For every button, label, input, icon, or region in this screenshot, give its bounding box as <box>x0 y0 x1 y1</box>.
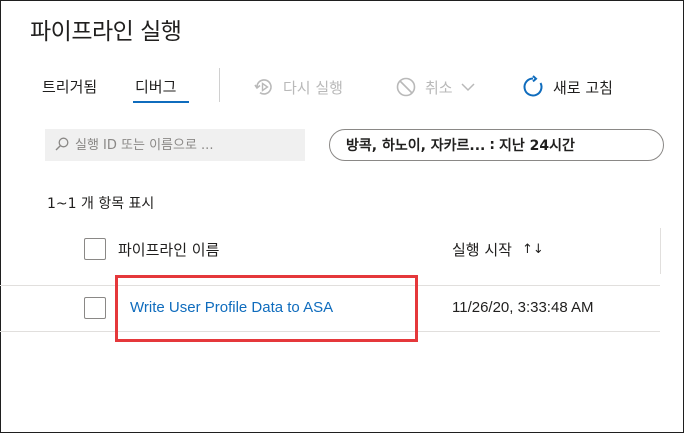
pipeline-name-link[interactable]: Write User Profile Data to ASA <box>130 299 333 316</box>
column-header-pipeline-name: 파이프라인 이름 <box>118 241 220 259</box>
filter-separator: : <box>489 137 495 153</box>
refresh-icon <box>521 75 545 99</box>
sort-icon[interactable]: ↑↓ <box>522 242 544 257</box>
filter-timezone: 방콕, 하노이, 자카르... <box>346 138 486 154</box>
column-divider[interactable] <box>660 228 661 274</box>
cancel-label: 취소 <box>425 78 453 97</box>
cancel-button[interactable]: 취소 <box>395 72 475 102</box>
search-icon <box>55 136 69 155</box>
rerun-label: 다시 실행 <box>283 78 343 97</box>
row-checkbox[interactable] <box>84 297 106 319</box>
refresh-label: 새로 고침 <box>553 78 613 97</box>
tab-triggered[interactable]: 트리거됨 <box>42 76 97 97</box>
row-divider <box>0 285 660 286</box>
window-frame <box>0 0 684 433</box>
chevron-down-icon[interactable] <box>461 82 475 92</box>
rerun-button[interactable]: 다시 실행 <box>253 72 343 102</box>
page-title: 파이프라인 실행 <box>30 19 182 45</box>
toolbar-divider <box>219 68 220 102</box>
result-count: 1~1 개 항목 표시 <box>47 196 155 212</box>
rerun-icon <box>253 76 275 98</box>
tab-debug[interactable]: 디버그 <box>135 76 176 97</box>
select-all-checkbox[interactable] <box>84 238 106 260</box>
refresh-button[interactable]: 새로 고침 <box>521 72 613 102</box>
time-range-filter[interactable]: 방콕, 하노이, 자카르... : 지난 24시간 <box>329 129 664 161</box>
run-start-header-label: 실행 시작 <box>452 241 512 259</box>
row-divider <box>0 331 660 332</box>
search-input[interactable] <box>75 137 295 153</box>
search-box[interactable] <box>45 129 305 161</box>
column-header-run-start[interactable]: 실행 시작 ↑↓ <box>452 239 544 260</box>
tab-selected-indicator <box>133 101 189 103</box>
cancel-icon <box>395 76 417 98</box>
run-start-value: 11/26/20, 3:33:48 AM <box>452 299 594 316</box>
filter-range: 지난 24시간 <box>499 138 575 154</box>
